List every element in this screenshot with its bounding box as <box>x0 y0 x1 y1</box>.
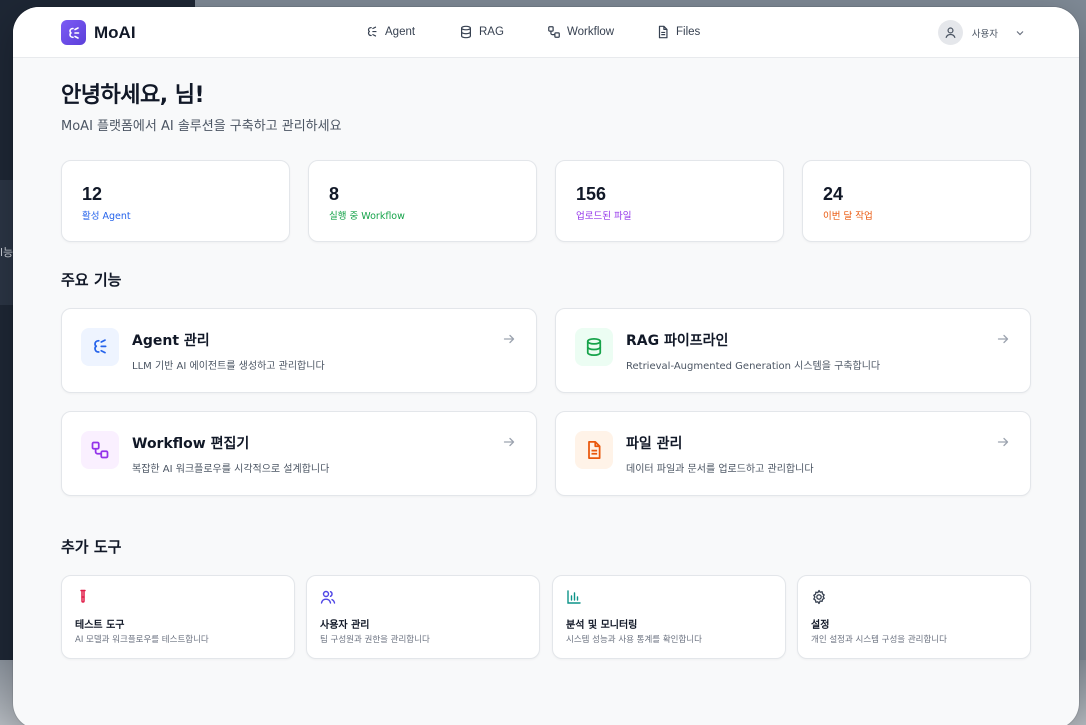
feature-description: LLM 기반 AI 에이전트를 생성하고 관리합니다 <box>132 361 325 372</box>
workflow-icon <box>548 26 560 38</box>
user-name: 사용자 <box>971 28 998 40</box>
feature-title: 파일 관리 <box>626 436 683 452</box>
arrow-right-icon <box>997 334 1009 344</box>
agent-icon <box>367 26 377 37</box>
nav-label: Workflow <box>567 26 615 38</box>
nav-item-workflow[interactable]: Workflow <box>547 25 614 39</box>
nav-item-files[interactable]: Files <box>656 25 700 39</box>
feature-card-agent[interactable]: Agent 관리 LLM 기반 AI 에이전트를 생성하고 관리합니다 <box>61 308 537 393</box>
tool-description: AI 모델과 워크플로우를 테스트합니다 <box>75 635 209 645</box>
tool-title: 분석 및 모니터링 <box>566 620 638 631</box>
nav-label: Files <box>676 26 701 38</box>
section-title-features: 주요 기능 <box>61 271 122 289</box>
background-text-fragment: l능 <box>0 246 14 259</box>
feature-title: RAG 파이프라인 <box>626 333 729 349</box>
logo[interactable]: MoAI <box>61 20 136 45</box>
feature-card-files[interactable]: 파일 관리 데이터 파일과 문서를 업로드하고 관리합니다 <box>555 411 1031 496</box>
arrow-right-icon <box>997 437 1009 447</box>
tool-card-analytics[interactable]: 분석 및 모니터링 시스템 성능과 사용 통계를 확인합니다 <box>552 575 786 659</box>
stat-card-files: 156 업로드된 파일 <box>555 160 784 242</box>
feature-description: 복잡한 AI 워크플로우를 시각적으로 설계합니다 <box>132 464 330 475</box>
feature-description: 데이터 파일과 문서를 업로드하고 관리합니다 <box>626 464 814 475</box>
database-icon <box>461 25 471 39</box>
arrow-right-icon <box>503 437 515 447</box>
feature-icon-box <box>81 431 119 469</box>
nav-item-rag[interactable]: RAG <box>459 25 504 39</box>
stat-label: 실행 중 Workflow <box>329 211 405 222</box>
nav-label: Agent <box>385 26 416 38</box>
nav-item-agent[interactable]: Agent <box>365 25 415 39</box>
bar-chart-icon <box>567 590 581 604</box>
tool-title: 테스트 도구 <box>75 620 125 631</box>
stat-value: 8 <box>329 184 340 204</box>
file-icon <box>658 25 668 39</box>
logo-icon <box>61 20 86 45</box>
feature-title: Workflow 편집기 <box>132 436 250 452</box>
stat-label: 활성 Agent <box>82 211 131 222</box>
tool-description: 팀 구성원과 권한을 관리합니다 <box>320 635 430 645</box>
user-menu[interactable]: 사용자 <box>937 20 1025 45</box>
tool-description: 개인 설정과 시스템 구성을 관리합니다 <box>811 635 947 645</box>
top-navigation-bar: MoAI Agent RAG Workflow Files 사용자 <box>13 7 1079 58</box>
test-tube-icon <box>80 589 86 603</box>
tool-description: 시스템 성능과 사용 통계를 확인합니다 <box>566 635 702 645</box>
page-title: 안녕하세요, 님! <box>61 83 205 108</box>
stat-card-agents: 12 활성 Agent <box>61 160 290 242</box>
feature-icon-box <box>575 328 613 366</box>
arrow-right-icon <box>503 334 515 344</box>
chevron-down-icon <box>1016 30 1024 35</box>
stat-card-workflows: 8 실행 중 Workflow <box>308 160 537 242</box>
page-subtitle: MoAI 플랫폼에서 AI 솔루션을 구축하고 관리하세요 <box>61 119 342 134</box>
stat-label: 업로드된 파일 <box>576 211 632 222</box>
tool-card-settings[interactable]: 설정 개인 설정과 시스템 구성을 관리합니다 <box>797 575 1031 659</box>
tool-card-users[interactable]: 사용자 관리 팀 구성원과 권한을 관리합니다 <box>306 575 540 659</box>
stat-card-tasks: 24 이번 달 작업 <box>802 160 1031 242</box>
feature-icon-box <box>575 431 613 469</box>
stat-value: 24 <box>823 184 844 204</box>
feature-icon-box <box>81 328 119 366</box>
background-sidebar-item <box>0 180 14 305</box>
nav-label: RAG <box>479 26 504 38</box>
workflow-icon <box>91 441 109 459</box>
tool-title: 사용자 관리 <box>320 620 370 631</box>
app-window: MoAI Agent RAG Workflow Files 사용자 안녕하세요,… <box>13 7 1079 725</box>
stat-value: 156 <box>576 184 607 204</box>
agent-icon <box>94 339 107 354</box>
users-icon <box>320 590 336 604</box>
stat-value: 12 <box>82 184 103 204</box>
feature-description: Retrieval-Augmented Generation 시스템을 구축합니… <box>626 361 881 372</box>
section-title-tools: 추가 도구 <box>61 538 122 556</box>
database-icon <box>586 338 602 357</box>
feature-card-rag[interactable]: RAG 파이프라인 Retrieval-Augmented Generation… <box>555 308 1031 393</box>
file-icon <box>588 441 601 459</box>
avatar <box>937 20 963 45</box>
feature-card-workflow[interactable]: Workflow 편집기 복잡한 AI 워크플로우를 시각적으로 설계합니다 <box>61 411 537 496</box>
stat-label: 이번 달 작업 <box>823 211 873 222</box>
feature-title: Agent 관리 <box>132 333 210 349</box>
gear-icon <box>813 589 825 605</box>
tool-title: 설정 <box>811 620 830 631</box>
user-icon <box>945 27 956 38</box>
tool-card-test[interactable]: 테스트 도구 AI 모델과 워크플로우를 테스트합니다 <box>61 575 295 659</box>
app-name: MoAI <box>94 22 136 42</box>
